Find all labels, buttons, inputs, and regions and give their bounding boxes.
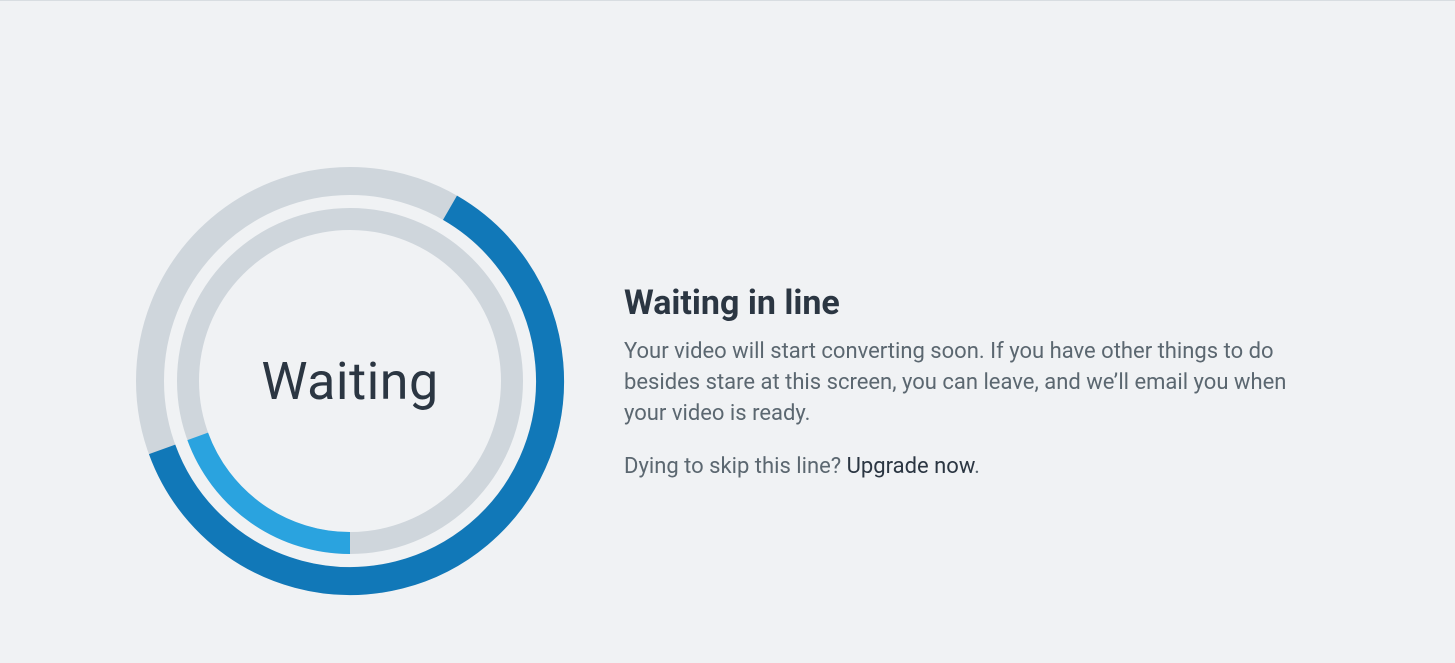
- page-title: Waiting in line: [624, 283, 1290, 323]
- description-text: Your video will start converting soon. I…: [624, 337, 1290, 429]
- cta-suffix: .: [974, 454, 980, 479]
- upgrade-link[interactable]: Upgrade now: [847, 454, 974, 479]
- progress-spinner: Waiting: [130, 161, 570, 601]
- spinner-label: Waiting: [130, 161, 570, 601]
- waiting-screen: Waiting Waiting in line Your video will …: [0, 1, 1455, 601]
- upgrade-line: Dying to skip this line? Upgrade now.: [624, 454, 1290, 479]
- message-column: Waiting in line Your video will start co…: [570, 283, 1290, 478]
- cta-prefix: Dying to skip this line?: [624, 454, 847, 479]
